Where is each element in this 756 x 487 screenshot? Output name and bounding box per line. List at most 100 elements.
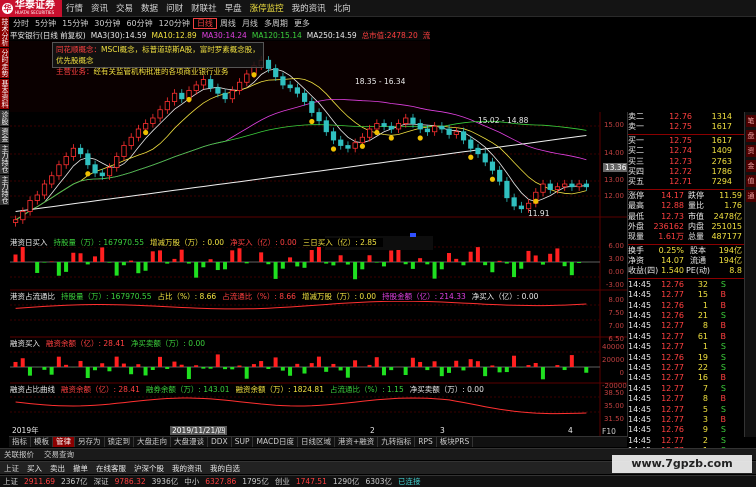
quote-panel: 卖二 12.76 1314 卖一 12.75 1617 买一 12.75 1617 买二 12.74…	[627, 112, 744, 466]
right-sidebar-tab[interactable]: 值	[746, 175, 756, 187]
indicator-tab-4[interactable]: 锁定到	[105, 437, 134, 447]
margin-bar	[475, 361, 480, 367]
tick-row-cell: 12.77	[661, 404, 684, 414]
f10-text[interactable]: F10	[602, 427, 616, 436]
toolbar-button-6[interactable]: 我的资讯	[172, 463, 202, 474]
panel-axis-tick: 6.50	[608, 335, 624, 343]
margin-bar	[223, 367, 228, 370]
tick-row-cell: B	[720, 300, 727, 310]
flow-bar	[475, 247, 480, 262]
flow-bar	[230, 250, 235, 262]
candle-body	[208, 79, 214, 89]
price-tick: 12.00	[603, 192, 624, 200]
flow-bar	[92, 256, 97, 262]
flow-bar	[410, 262, 415, 269]
ask-row: 卖二 12.76 1314	[628, 112, 744, 122]
candle-body	[78, 147, 84, 155]
tick-row-cell: 32	[697, 279, 708, 289]
flow-bar	[295, 262, 300, 267]
tick-row-cell: 21	[697, 311, 708, 321]
extra-row-cell: 换手	[628, 245, 644, 255]
stat-row-cell: 251015	[711, 221, 742, 231]
tick-row-cell: 12.77	[661, 435, 684, 445]
extra-row-cell: 0.25%	[658, 245, 684, 255]
bid-row-cell: 2763	[711, 156, 732, 166]
extra-row-cell: 股本	[690, 245, 706, 255]
candle-body	[345, 145, 351, 149]
indicator-tab-12[interactable]: 九转指标	[378, 437, 416, 447]
candle-body	[128, 136, 134, 146]
toolbar-button-5[interactable]: 沪深个股	[134, 463, 164, 474]
toolbar-button-2[interactable]: 卖出	[50, 463, 65, 474]
tick-row-cell: 14:45	[628, 342, 652, 352]
margin-bar	[403, 367, 408, 375]
indicator-tab-14[interactable]: 板块PRS	[437, 437, 474, 447]
margin-bar	[251, 364, 256, 367]
tick-row-cell: 12.76	[661, 300, 684, 310]
flow-bar	[158, 250, 162, 262]
indicator-tab-1[interactable]: 模板	[31, 437, 53, 447]
panel-name: 港资占流通比	[10, 292, 55, 301]
tick-row-cell: 14:45	[628, 435, 652, 445]
margin-bar	[432, 361, 437, 367]
sz-index: 9786.32	[114, 477, 146, 486]
indicator-tab-6[interactable]: 大盘漫谈	[171, 437, 208, 447]
margin-bar	[266, 367, 271, 369]
margin-bar	[259, 361, 264, 367]
indicator-tab-13[interactable]: RPS	[415, 437, 437, 447]
panel-value: 净买卖额（万）: 0.00	[409, 385, 484, 394]
margin-bar	[302, 367, 307, 374]
candle-body	[482, 153, 488, 163]
toolbar-button-3[interactable]: 撤单	[73, 463, 88, 474]
extra-row-cell: 净资	[628, 256, 644, 266]
tick-row-cell: 22	[697, 362, 708, 372]
flow-bar	[562, 262, 567, 267]
indicator-tab-7[interactable]: DDX	[208, 437, 232, 447]
candle-body	[106, 167, 113, 177]
toolbar-button-1[interactable]: 买入	[27, 463, 42, 474]
panel-name: 融资占比曲线	[10, 385, 55, 394]
f10-label[interactable]: F10	[602, 427, 616, 436]
margin-bar	[100, 363, 105, 367]
tick-row-cell: 14:45	[628, 321, 652, 331]
divider	[628, 243, 744, 245]
flow-bar	[129, 260, 134, 262]
status-tab-0[interactable]: 关联报价	[4, 449, 34, 460]
tick-row-cell: 12.77	[661, 362, 684, 372]
indicator-tab-5[interactable]: 大盘走向	[134, 437, 171, 447]
tick-row: 14:45 12.77 8 B	[628, 321, 744, 331]
flow-bar	[519, 262, 524, 269]
panel-value: 占流通比（%）: 1.15	[329, 385, 404, 394]
candle-body	[540, 183, 546, 193]
margin-bar	[490, 365, 495, 367]
flow-bar	[49, 261, 54, 262]
right-sidebar-tab[interactable]: 金	[746, 160, 756, 172]
candle-body	[302, 92, 308, 102]
ask-row-cell: 卖二	[628, 112, 644, 121]
toolbar-button-0[interactable]: 上证	[4, 463, 19, 474]
right-sidebar-tab[interactable]: 盘	[746, 130, 756, 142]
indicator-tab-11[interactable]: 港资+融资	[335, 437, 379, 447]
right-sidebar-tab[interactable]: 资	[746, 145, 756, 157]
margin-bar	[114, 356, 119, 367]
panel-axis-tick: 6.00	[608, 242, 624, 250]
indicator-tab-0[interactable]: 指标	[9, 437, 31, 447]
indicator-tab-3[interactable]: 另存为	[75, 437, 105, 447]
cy-amount: 1290亿	[332, 477, 360, 486]
margin-bar	[78, 360, 83, 367]
status-tab-1[interactable]: 交易查询	[44, 449, 74, 460]
flow-bar	[418, 258, 423, 262]
margin-bar	[512, 355, 517, 367]
panel-axis-tick: 40000	[602, 343, 625, 351]
indicator-tab-8[interactable]: SUP	[232, 437, 254, 447]
indicator-tab-10[interactable]: 日线区域	[298, 437, 335, 447]
right-sidebar-tab[interactable]: 笔	[746, 115, 756, 127]
flow-bar	[64, 262, 69, 272]
toolbar-button-7[interactable]: 我的自选	[210, 463, 240, 474]
right-sidebar-tab[interactable]: 通	[746, 190, 756, 202]
indicator-tab-9[interactable]: MACD日度	[253, 437, 298, 447]
flow-bar	[273, 262, 278, 279]
toolbar-button-4[interactable]: 在线客服	[96, 463, 126, 474]
indicator-tab-2[interactable]: 管律	[53, 437, 75, 447]
margin-bar	[280, 367, 285, 371]
